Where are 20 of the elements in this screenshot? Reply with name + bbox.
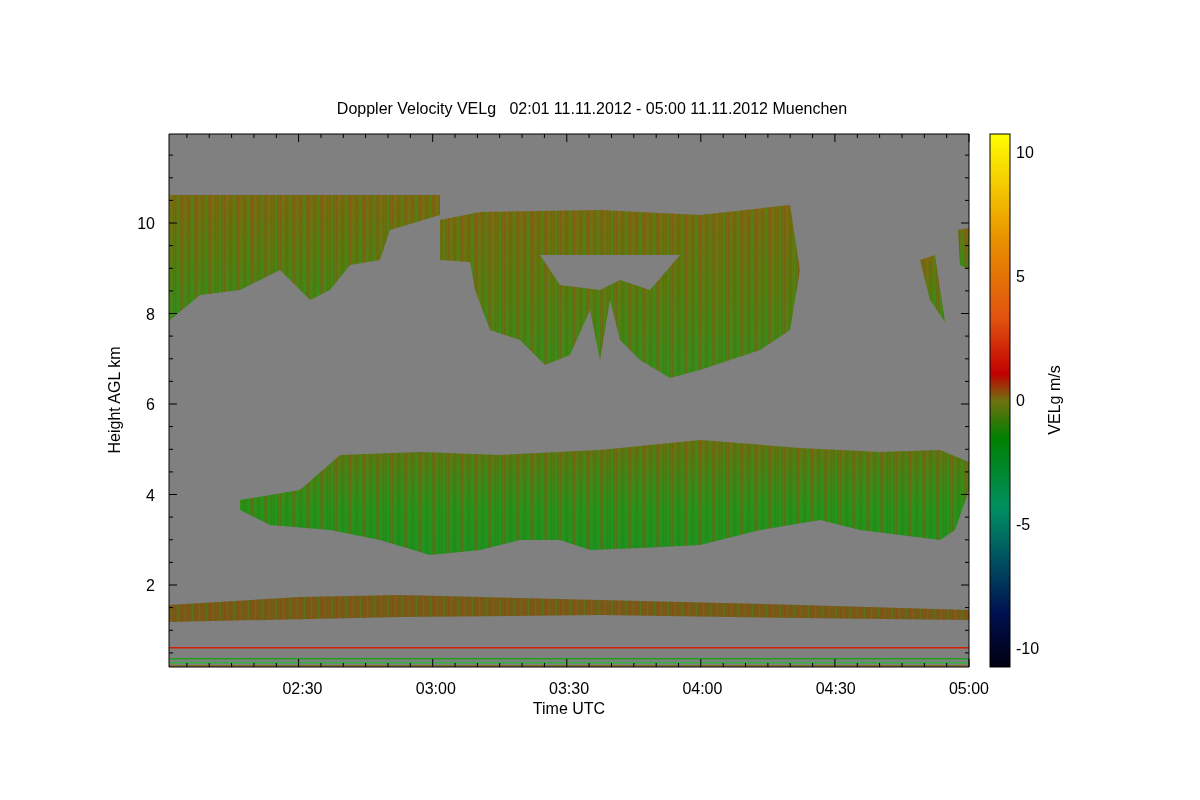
y-tick-label: 2 bbox=[146, 577, 155, 594]
colorbar-tick-label: 5 bbox=[1016, 268, 1025, 285]
x-tick-label: 02:30 bbox=[282, 680, 323, 697]
y-tick-label: 4 bbox=[146, 486, 155, 504]
colorbar-tick-label: -10 bbox=[1016, 640, 1040, 657]
y-axis-title: Height AGL km bbox=[106, 346, 123, 454]
colorbar-tick-label: -5 bbox=[1016, 516, 1031, 533]
y-tick-label: 10 bbox=[137, 215, 155, 232]
chart-title: Doppler Velocity VELg 02:01 11.11.2012 - 05:00 11.11.2012 Muenchen bbox=[336, 100, 848, 117]
colorbar-tick-label: 10 bbox=[1016, 144, 1034, 161]
x-tick-label: 03:30 bbox=[549, 680, 590, 697]
x-tick-label: 04:00 bbox=[682, 680, 723, 697]
colorbar-title: VELg m/s bbox=[1046, 365, 1063, 435]
x-tick-label: 03:00 bbox=[415, 680, 456, 697]
x-tick-label: 04:30 bbox=[815, 680, 856, 697]
colorbar-tick-label: 0 bbox=[1016, 392, 1025, 409]
x-tick-label: 05:00 bbox=[949, 680, 989, 697]
x-axis-title: Time UTC bbox=[532, 700, 606, 717]
y-tick-label: 8 bbox=[146, 305, 155, 323]
y-tick-label: 6 bbox=[146, 396, 155, 413]
